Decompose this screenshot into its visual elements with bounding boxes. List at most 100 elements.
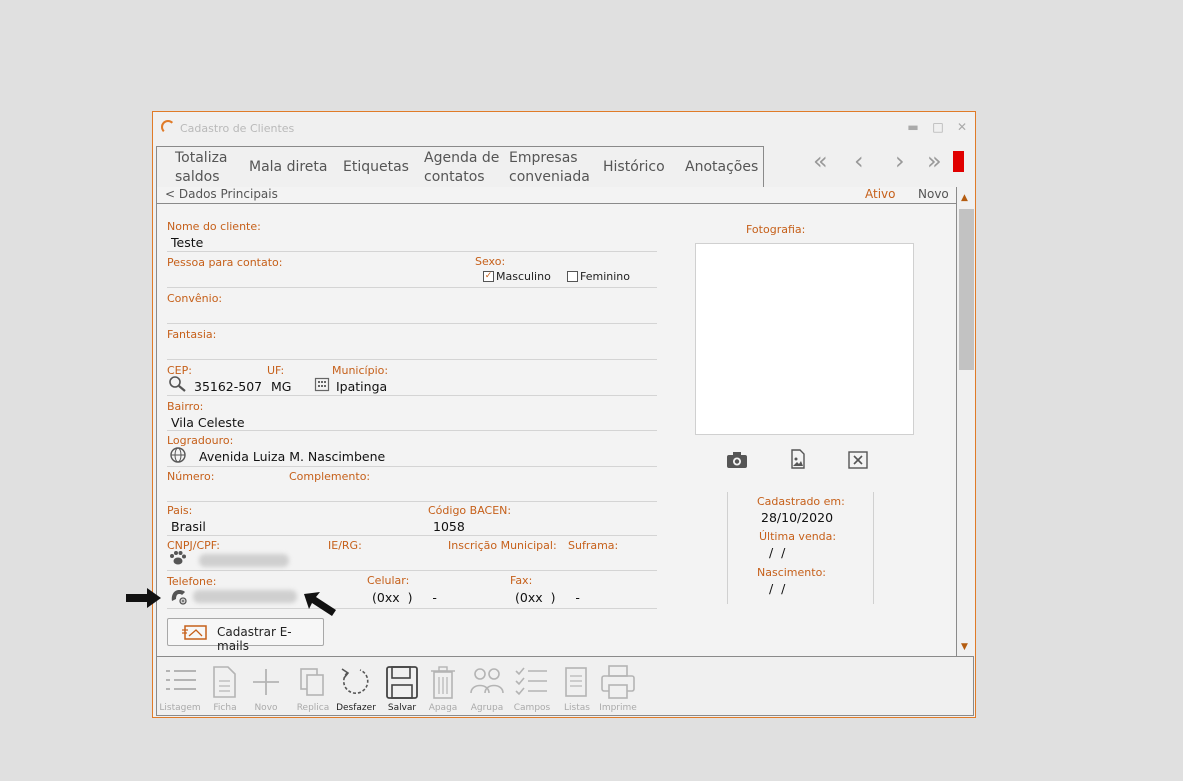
apaga-button[interactable]: Apaga xyxy=(421,659,465,715)
menu-item-label: contatos xyxy=(424,169,485,185)
masculino-checkbox[interactable]: ✓ xyxy=(483,271,494,282)
toolbar-label: Agrupa xyxy=(470,703,504,713)
building-icon[interactable] xyxy=(314,376,330,392)
group-icon xyxy=(470,668,504,694)
dates-divider-right xyxy=(873,492,874,604)
menu-item-anotacoes[interactable]: Anotações xyxy=(685,158,758,177)
scroll-down-icon[interactable]: ▼ xyxy=(961,642,968,652)
menu-item-historico[interactable]: Histórico xyxy=(603,158,665,177)
menu-item-totaliza-saldos[interactable]: Totaliza saldos xyxy=(175,149,228,187)
menu-item-label: saldos xyxy=(175,169,220,185)
numero-label: Número: xyxy=(167,470,215,483)
pais-field[interactable]: Brasil xyxy=(171,519,206,534)
section-divider xyxy=(157,203,956,204)
toolbar-label: Desfazer xyxy=(336,703,376,713)
clipboard-list-icon xyxy=(565,667,587,697)
section-title[interactable]: < Dados Principais xyxy=(165,187,278,201)
telefone-field-redacted[interactable] xyxy=(193,590,297,603)
toolbar-label: Novo xyxy=(254,703,278,713)
camera-icon[interactable] xyxy=(726,451,748,469)
menu-item-label: Histórico xyxy=(603,159,665,175)
nome-label: Nome do cliente: xyxy=(167,220,261,233)
imprime-button[interactable]: Imprime xyxy=(596,659,640,715)
bairro-field[interactable]: Vila Celeste xyxy=(171,415,245,430)
vertical-scrollbar[interactable]: ▲ ▼ xyxy=(957,190,974,657)
pais-label: Pais: xyxy=(167,504,193,517)
minimize-button[interactable]: ▬ xyxy=(904,118,922,136)
globe-icon[interactable] xyxy=(169,446,187,464)
uf-field[interactable]: MG xyxy=(271,379,291,394)
scroll-up-icon[interactable]: ▲ xyxy=(961,193,968,203)
remove-photo-icon[interactable] xyxy=(848,451,868,469)
close-button[interactable]: ✕ xyxy=(953,118,971,136)
app-logo-icon xyxy=(161,120,175,134)
listagem-button[interactable]: Listagem xyxy=(158,659,202,715)
fotografia-label: Fotografia: xyxy=(746,223,806,236)
menu-item-label: Empresas xyxy=(509,150,578,166)
annotation-arrow-up-left-icon xyxy=(304,592,336,616)
salvar-button[interactable]: Salvar xyxy=(380,659,424,715)
menu-item-empresas-conveniada[interactable]: Empresas conveniada xyxy=(509,149,590,187)
sexo-label: Sexo: xyxy=(475,255,506,268)
feminino-checkbox[interactable] xyxy=(567,271,578,282)
checklist-icon xyxy=(515,667,547,696)
save-icon xyxy=(386,666,418,699)
contato-label: Pessoa para contato: xyxy=(167,256,283,269)
maximize-button[interactable]: □ xyxy=(929,118,947,136)
campos-button[interactable]: Campos xyxy=(510,659,554,715)
phone-icon[interactable] xyxy=(169,587,189,605)
desfazer-button[interactable]: Desfazer xyxy=(334,659,378,715)
municipio-field[interactable]: Ipatinga xyxy=(336,379,387,394)
nascimento-field[interactable]: / / xyxy=(765,581,785,596)
title-bar: Cadastro de Clientes ▬ □ ✕ xyxy=(153,112,975,144)
nascimento-label: Nascimento: xyxy=(757,566,827,579)
field-divider xyxy=(167,608,657,609)
bacen-field[interactable]: 1058 xyxy=(433,519,465,534)
celular-field[interactable]: (0xx ) - xyxy=(372,590,437,605)
status-flag xyxy=(953,151,964,172)
menu-item-label: Mala direta xyxy=(249,159,328,175)
inscricao-label: Inscrição Municipal: xyxy=(448,539,557,552)
replica-button[interactable]: Replica xyxy=(291,659,335,715)
scrollbar-thumb[interactable] xyxy=(959,209,974,370)
image-file-icon[interactable] xyxy=(790,449,806,469)
fax-field[interactable]: (0xx ) - xyxy=(515,590,580,605)
last-record-button[interactable]: » xyxy=(927,148,942,174)
menu-item-mala-direta[interactable]: Mala direta xyxy=(249,158,327,177)
next-record-button[interactable]: › xyxy=(895,148,905,174)
cadastrado-value: 28/10/2020 xyxy=(761,510,834,525)
field-divider xyxy=(167,251,657,252)
masculino-label: Masculino xyxy=(496,270,551,283)
novo-button[interactable]: Novo xyxy=(244,659,288,715)
dates-divider-left xyxy=(727,492,728,604)
agrupa-button[interactable]: Agrupa xyxy=(465,659,509,715)
nome-field[interactable]: Teste xyxy=(171,235,203,250)
listas-button[interactable]: Listas xyxy=(555,659,599,715)
paw-icon[interactable] xyxy=(169,550,187,566)
cadastrado-label: Cadastrado em: xyxy=(757,495,845,508)
client-register-window: Cadastro de Clientes ▬ □ ✕ Totaliza sald… xyxy=(152,111,976,718)
toolbar-label: Salvar xyxy=(387,703,417,713)
toolbar-label: Listas xyxy=(564,703,590,713)
cadastrar-emails-button[interactable]: Cadastrar E-mails xyxy=(167,618,324,653)
ficha-button[interactable]: Ficha xyxy=(203,659,247,715)
cep-field[interactable]: 35162-507 xyxy=(194,379,262,394)
first-record-button[interactable]: « xyxy=(813,148,828,174)
annotation-arrow-right-icon xyxy=(126,588,161,608)
toolbar-label: Apaga xyxy=(428,703,458,713)
search-icon[interactable] xyxy=(168,375,188,393)
menu-item-agenda-contatos[interactable]: Agenda de contatos xyxy=(424,149,499,187)
toolbar-label: Campos xyxy=(513,703,551,713)
fantasia-label: Fantasia: xyxy=(167,328,217,341)
ultima-venda-value: / / xyxy=(765,545,786,560)
field-divider xyxy=(167,287,657,288)
cadastrar-emails-label: Cadastrar E-mails xyxy=(217,625,292,653)
toolbar-label: Imprime xyxy=(599,703,637,713)
photo-area[interactable] xyxy=(695,243,914,435)
logradouro-field[interactable]: Avenida Luiza M. Nascimbene xyxy=(199,449,385,464)
ultima-venda-label: Última venda: xyxy=(759,530,837,543)
cnpj-field-redacted[interactable] xyxy=(199,554,289,567)
menu-item-etiquetas[interactable]: Etiquetas xyxy=(343,158,409,177)
fax-label: Fax: xyxy=(510,574,533,587)
previous-record-button[interactable]: ‹ xyxy=(854,148,864,174)
